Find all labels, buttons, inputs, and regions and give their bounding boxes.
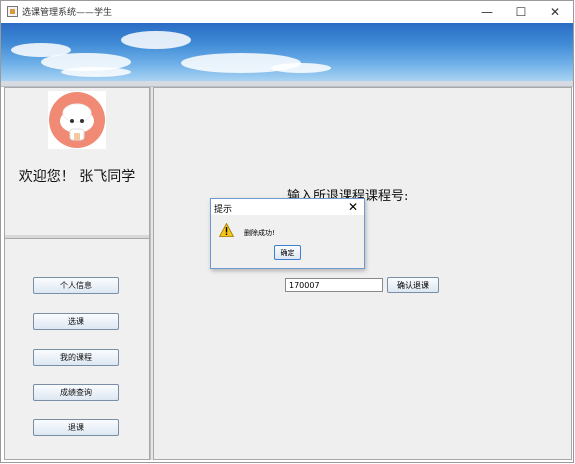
nav-grade-query-button[interactable]: 成绩查询: [33, 384, 119, 401]
app-icon: [7, 6, 18, 17]
split-pane-divider[interactable]: [5, 235, 149, 239]
sidebar-profile: 欢迎您！ 张飞同学: [5, 88, 149, 236]
dialog-message: 删除成功!: [244, 229, 275, 237]
nav-drop-course-button[interactable]: 退课: [33, 419, 119, 436]
cartoon-avatar-icon: [48, 91, 106, 149]
welcome-text: 欢迎您！ 张飞同学: [18, 169, 136, 185]
main-window: 选课管理系统——学生 — ☐ ✕ 欢迎您！ 张飞同学 个人信息 选课 我的课程 …: [0, 0, 574, 463]
header-banner: [1, 23, 573, 81]
warning-icon: [219, 223, 234, 237]
nav-personal-info-button[interactable]: 个人信息: [33, 277, 119, 294]
nav-select-course-button[interactable]: 选课: [33, 313, 119, 330]
title-bar[interactable]: 选课管理系统——学生 — ☐ ✕: [1, 1, 573, 23]
dialog-close-icon[interactable]: ✕: [348, 200, 358, 214]
message-dialog: 提示 ✕ 删除成功! 确定: [210, 198, 365, 269]
dialog-title: 提示: [214, 205, 233, 215]
sidebar: 欢迎您！ 张飞同学 个人信息 选课 我的课程 成绩查询 退课: [4, 87, 150, 460]
window-title: 选课管理系统——学生: [22, 8, 113, 18]
dialog-title-bar[interactable]: 提示 ✕: [211, 199, 364, 215]
nav-my-courses-button[interactable]: 我的课程: [33, 349, 119, 366]
confirm-drop-button[interactable]: 确认退课: [387, 277, 439, 293]
maximize-button[interactable]: ☐: [504, 1, 538, 23]
course-number-input[interactable]: [285, 278, 383, 292]
dialog-ok-button[interactable]: 确定: [274, 245, 301, 260]
close-button[interactable]: ✕: [538, 1, 572, 23]
main-content: 输入所退课程课程号: 确认退课: [153, 87, 572, 460]
minimize-button[interactable]: —: [470, 1, 504, 23]
